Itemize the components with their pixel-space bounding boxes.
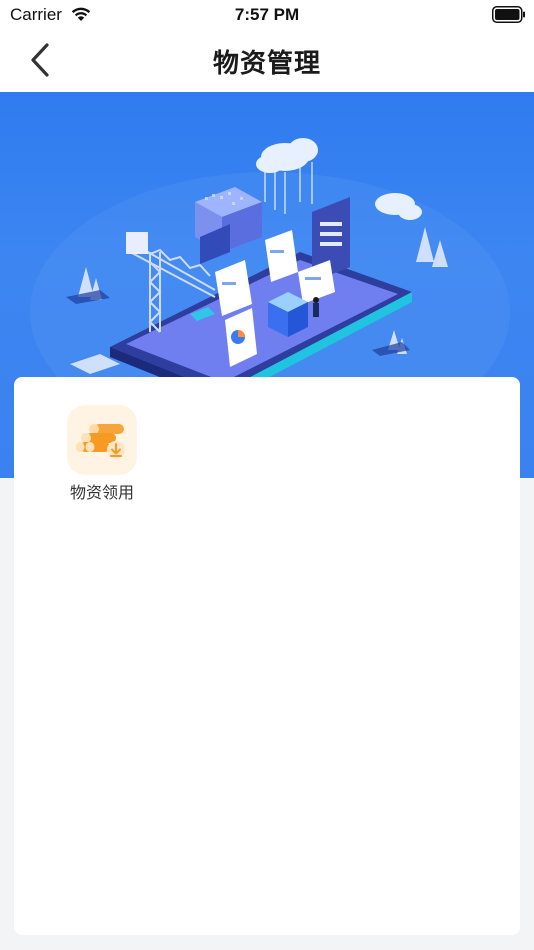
- page-title: 物资管理: [212, 49, 321, 79]
- materials-pipes-icon: [76, 424, 125, 459]
- screen: Carrier 7:57 PM 物资管理 物资领用: [0, 0, 534, 950]
- battery-icon: [492, 6, 525, 23]
- menu-item-label: 物资领用: [69, 483, 134, 502]
- menu-icon-background: [67, 405, 137, 475]
- status-bar: Carrier 7:57 PM: [0, 0, 534, 30]
- status-time: 7:57 PM: [234, 5, 300, 24]
- menu-card: 物资领用: [14, 377, 520, 935]
- nav-bar: 物资管理: [0, 30, 534, 92]
- menu-item-material-requisition[interactable]: 物资领用: [62, 405, 142, 503]
